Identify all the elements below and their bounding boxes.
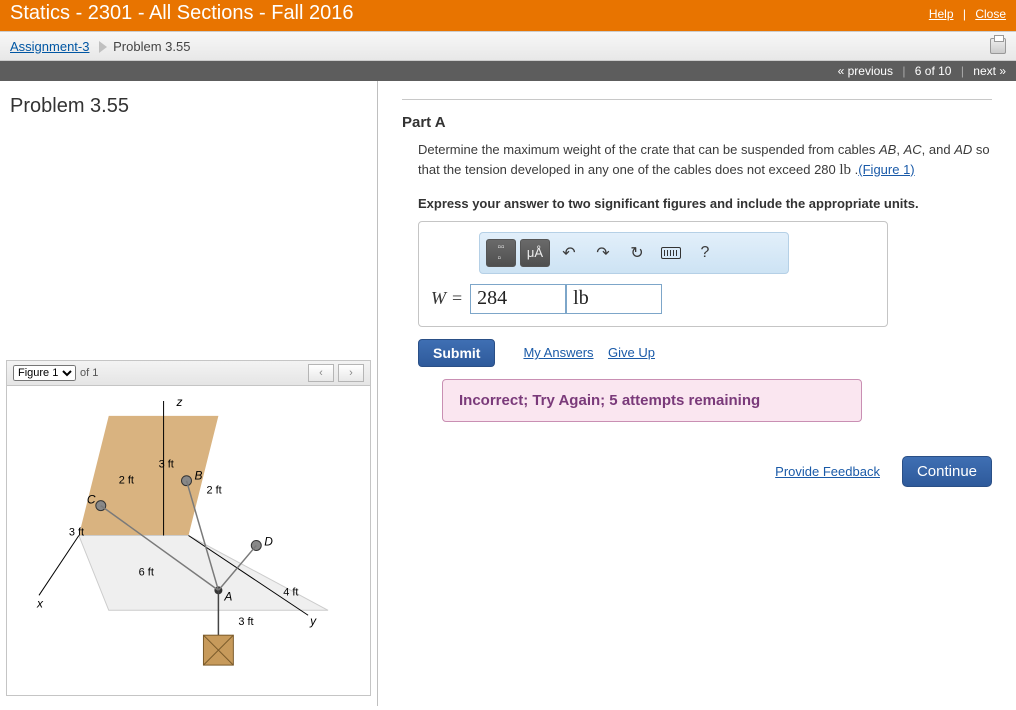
svg-text:3 ft: 3 ft bbox=[69, 527, 84, 539]
assignment-link[interactable]: Assignment-3 bbox=[10, 39, 89, 54]
svg-text:3 ft: 3 ft bbox=[238, 616, 253, 628]
feedback-message: Incorrect; Try Again; 5 attempts remaini… bbox=[442, 379, 862, 422]
separator: | bbox=[963, 7, 966, 21]
prompt-text: Determine the maximum weight of the crat… bbox=[418, 141, 992, 182]
header-links: Help | Close bbox=[929, 7, 1006, 21]
answer-box: ▫▫▫ μÅ ↶ ↷ ↻ ? W = bbox=[418, 221, 888, 327]
divider bbox=[402, 99, 992, 100]
svg-text:z: z bbox=[176, 395, 183, 409]
svg-text:C: C bbox=[87, 493, 96, 507]
templates-button[interactable]: ▫▫▫ bbox=[486, 239, 516, 267]
my-answers-link[interactable]: My Answers bbox=[523, 345, 593, 360]
keyboard-icon[interactable] bbox=[656, 239, 686, 267]
figure-image: z x y B C D A bbox=[6, 386, 371, 696]
svg-text:6 ft: 6 ft bbox=[139, 566, 154, 578]
continue-button[interactable]: Continue bbox=[902, 456, 992, 487]
print-icon[interactable] bbox=[990, 38, 1006, 54]
figure-select[interactable]: Figure 1 bbox=[13, 365, 76, 381]
svg-text:4 ft: 4 ft bbox=[283, 586, 298, 598]
help-icon[interactable]: ? bbox=[690, 239, 720, 267]
svg-text:A: A bbox=[223, 589, 232, 603]
units-symbols-button[interactable]: μÅ bbox=[520, 239, 550, 267]
undo-icon[interactable]: ↶ bbox=[554, 239, 584, 267]
part-title: Part A bbox=[402, 114, 992, 131]
problem-title: Problem 3.55 bbox=[0, 91, 377, 130]
svg-text:2 ft: 2 ft bbox=[119, 475, 134, 487]
breadcrumb: Assignment-3 Problem 3.55 bbox=[0, 31, 1016, 61]
reset-icon[interactable]: ↻ bbox=[622, 239, 652, 267]
svg-text:B: B bbox=[194, 469, 202, 483]
equation-row: W = bbox=[431, 284, 875, 314]
course-title: Statics - 2301 - All Sections - Fall 201… bbox=[10, 2, 354, 25]
figure-count: of 1 bbox=[80, 367, 98, 379]
next-problem-link[interactable]: next » bbox=[973, 64, 1006, 78]
equals-sign: = bbox=[452, 288, 462, 309]
left-panel: Problem 3.55 Figure 1 of 1 ‹ › z bbox=[0, 81, 378, 706]
submit-row: Submit My Answers Give Up bbox=[418, 339, 992, 367]
problem-nav: « previous | 6 of 10 | next » bbox=[0, 61, 1016, 81]
figure-next-button[interactable]: › bbox=[338, 364, 364, 382]
unit-input[interactable] bbox=[566, 284, 662, 314]
svg-text:x: x bbox=[36, 596, 44, 610]
submit-button[interactable]: Submit bbox=[418, 339, 495, 367]
bottom-actions: Provide Feedback Continue bbox=[402, 456, 992, 487]
position-label: 6 of 10 bbox=[915, 64, 952, 78]
figure-prev-button[interactable]: ‹ bbox=[308, 364, 334, 382]
value-input[interactable] bbox=[470, 284, 566, 314]
problem-crumb: Problem 3.55 bbox=[113, 39, 190, 54]
prev-problem-link[interactable]: « previous bbox=[838, 64, 893, 78]
svg-text:D: D bbox=[264, 534, 273, 548]
give-up-link[interactable]: Give Up bbox=[608, 345, 655, 360]
redo-icon[interactable]: ↷ bbox=[588, 239, 618, 267]
answer-instruction: Express your answer to two significant f… bbox=[418, 196, 992, 211]
close-link[interactable]: Close bbox=[975, 7, 1006, 21]
help-link[interactable]: Help bbox=[929, 7, 954, 21]
variable-label: W bbox=[431, 288, 446, 309]
course-header: Statics - 2301 - All Sections - Fall 201… bbox=[0, 0, 1016, 31]
figure-1-link[interactable]: (Figure 1) bbox=[858, 162, 914, 177]
svg-text:3 ft: 3 ft bbox=[159, 459, 174, 471]
provide-feedback-link[interactable]: Provide Feedback bbox=[775, 464, 880, 479]
diagram-svg: z x y B C D A bbox=[7, 386, 370, 695]
equation-toolbar: ▫▫▫ μÅ ↶ ↷ ↻ ? bbox=[479, 232, 789, 274]
svg-text:y: y bbox=[309, 614, 317, 628]
content-panel: Part A Determine the maximum weight of t… bbox=[378, 81, 1016, 706]
figure-panel: Figure 1 of 1 ‹ › z x y bbox=[6, 360, 371, 696]
figure-header: Figure 1 of 1 ‹ › bbox=[6, 360, 371, 386]
svg-text:2 ft: 2 ft bbox=[206, 485, 221, 497]
